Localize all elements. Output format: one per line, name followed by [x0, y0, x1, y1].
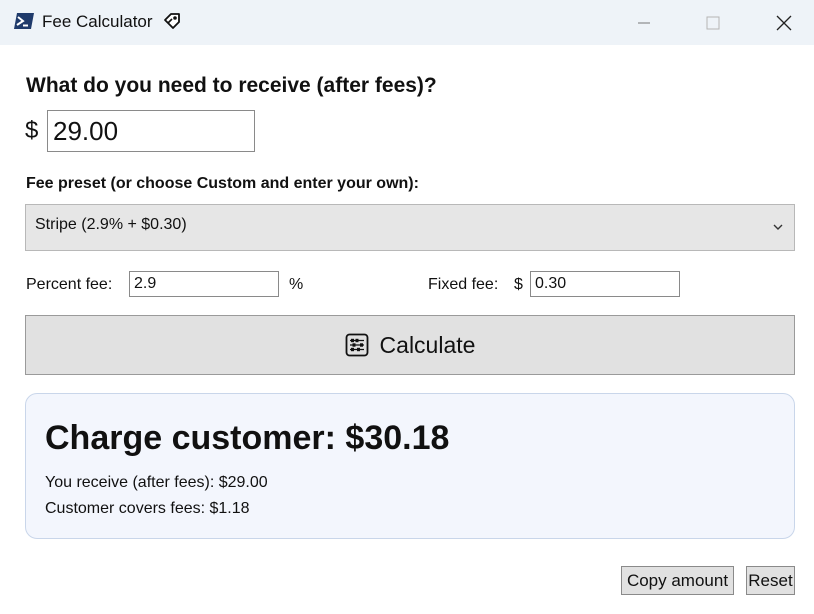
currency-symbol: $ — [25, 117, 39, 144]
app-window: Fee Calculator What do you need to recei… — [0, 0, 814, 614]
calculate-button[interactable]: Calculate — [25, 315, 795, 375]
calculate-label: Calculate — [379, 331, 476, 358]
title-bar[interactable]: Fee Calculator — [0, 0, 814, 45]
maximize-icon — [706, 16, 720, 29]
powershell-icon — [14, 13, 34, 29]
result-panel: Charge customer: $30.18 You receive (aft… — [25, 393, 795, 539]
abacus-icon — [345, 333, 368, 357]
fixed-fee-input[interactable] — [530, 271, 680, 297]
close-button[interactable] — [761, 0, 807, 45]
minimize-icon — [638, 22, 650, 23]
percent-fee-label: Percent fee: — [26, 276, 113, 293]
copy-amount-button[interactable]: Copy amount — [621, 566, 734, 595]
amount-heading: What do you need to receive (after fees)… — [26, 74, 437, 97]
fee-preset-select[interactable]: Stripe (2.9% + $0.30) — [25, 204, 795, 251]
chevron-down-icon — [773, 224, 783, 230]
reset-button[interactable]: Reset — [746, 566, 795, 595]
fee-preset-value: Stripe (2.9% + $0.30) — [35, 216, 187, 233]
maximize-button[interactable] — [690, 0, 736, 45]
fixed-fee-currency: $ — [514, 276, 523, 293]
fixed-fee-label: Fixed fee: — [428, 276, 499, 293]
diamond-tag-icon — [164, 13, 180, 29]
percent-unit: % — [289, 276, 304, 293]
preset-label: Fee preset (or choose Custom and enter y… — [26, 175, 419, 192]
charge-amount: Charge customer: $30.18 — [45, 419, 450, 457]
minimize-button[interactable] — [621, 0, 667, 45]
amount-input[interactable] — [47, 110, 255, 152]
close-icon — [776, 15, 792, 30]
receive-line: You receive (after fees): $29.00 — [45, 474, 268, 491]
window-title: Fee Calculator — [42, 12, 153, 31]
percent-fee-input[interactable] — [129, 271, 279, 297]
fees-line: Customer covers fees: $1.18 — [45, 500, 250, 517]
